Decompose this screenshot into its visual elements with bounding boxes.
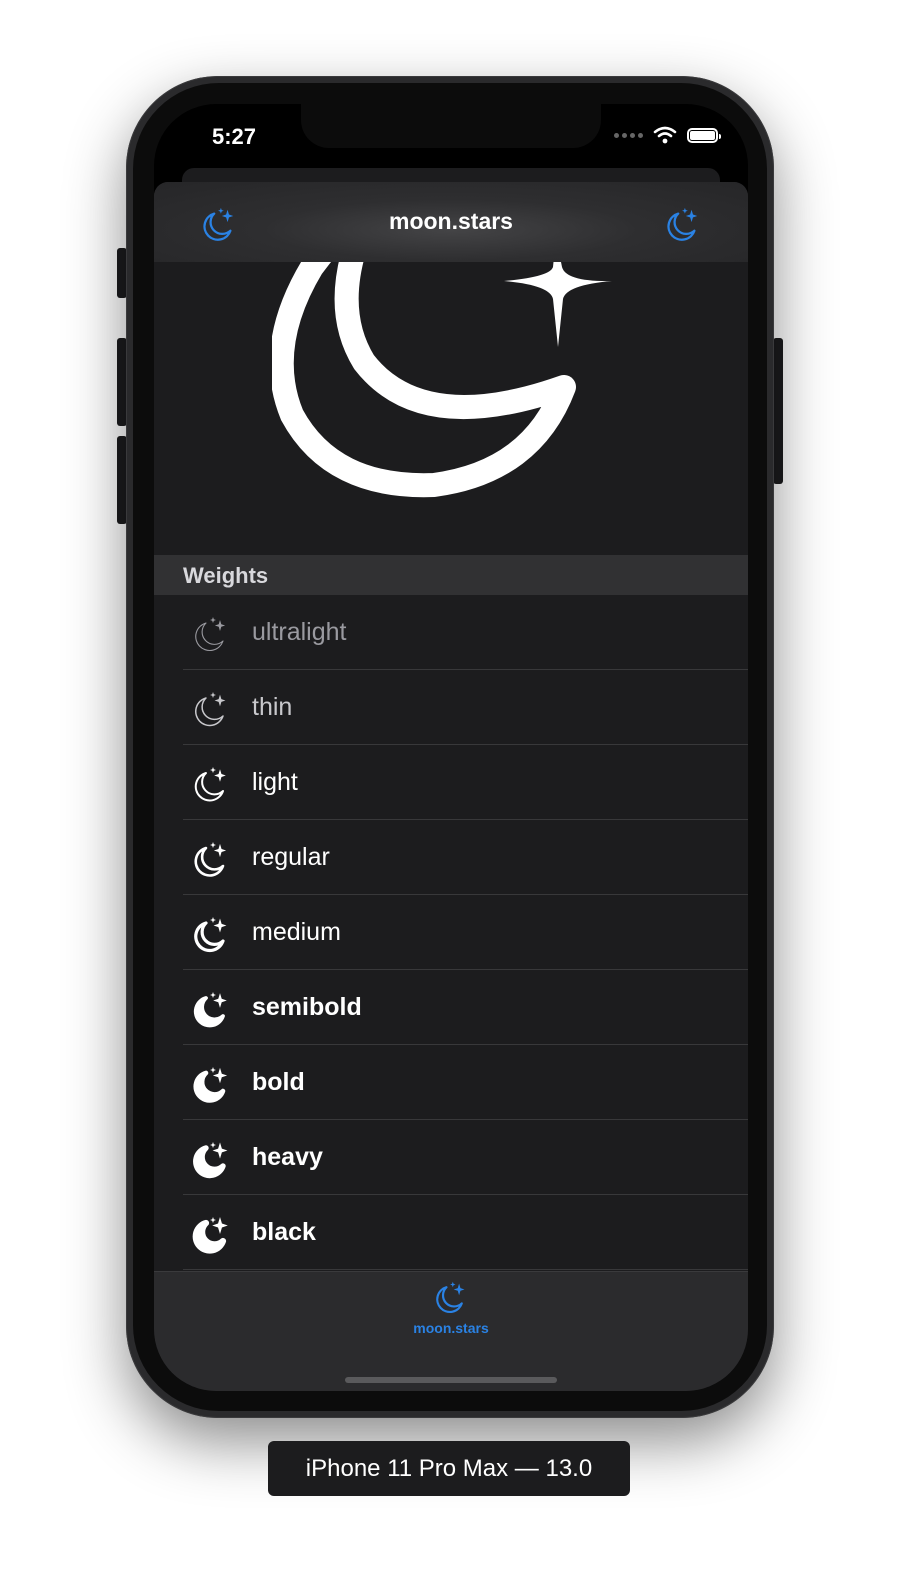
moon-stars-icon — [193, 1067, 228, 1103]
moon-stars-icon — [194, 842, 227, 877]
moon-stars-icon — [272, 237, 612, 498]
home-indicator[interactable] — [345, 1377, 557, 1383]
nav-title: moon.stars — [389, 208, 513, 234]
moon-stars-icon — [192, 1217, 228, 1254]
list-item[interactable]: light — [154, 745, 748, 820]
section-header-weights: Weights — [154, 555, 748, 595]
list-item[interactable]: thin — [154, 670, 748, 745]
navigation-bar: moon.stars — [154, 182, 748, 262]
row-label: thin — [252, 693, 293, 721]
row-label: regular — [252, 843, 330, 871]
weights-list: ultralight thin light regular medium semibold… — [154, 595, 748, 1270]
row-label: light — [252, 768, 298, 796]
tab-moon-stars[interactable]: moon.stars — [401, 1280, 501, 1342]
row-label: bold — [252, 1068, 305, 1096]
notch — [301, 104, 601, 148]
moon-stars-icon — [193, 1142, 228, 1179]
row-label: black — [252, 1218, 316, 1246]
moon-stars-icon — [194, 767, 226, 802]
row-divider — [183, 1269, 748, 1270]
phone-screen: 5:27 moon.stars Weights ultralight thin … — [154, 104, 748, 1391]
moon-stars-icon — [195, 617, 226, 652]
list-item[interactable]: heavy — [154, 1120, 748, 1195]
list-item[interactable]: semibold — [154, 970, 748, 1045]
row-label: ultralight — [252, 618, 347, 646]
moon-stars-icon — [194, 917, 227, 953]
tab-label: moon.stars — [413, 1320, 489, 1336]
cellular-signal-icon — [614, 132, 643, 138]
list-item[interactable]: bold — [154, 1045, 748, 1120]
list-item[interactable]: black — [154, 1195, 748, 1270]
list-item[interactable]: ultralight — [154, 595, 748, 670]
power-button — [773, 338, 783, 484]
moon-stars-icon — [193, 992, 227, 1028]
device-label: iPhone 11 Pro Max — 13.0 — [268, 1441, 630, 1496]
list-item[interactable]: medium — [154, 895, 748, 970]
row-label: semibold — [252, 993, 362, 1021]
modal-sheet: moon.stars Weights ultralight thin light re… — [154, 182, 748, 1391]
battery-icon — [687, 127, 721, 143]
wifi-icon — [653, 126, 677, 144]
moon-stars-icon — [195, 692, 226, 727]
row-label: medium — [252, 918, 341, 946]
list-item[interactable]: regular — [154, 820, 748, 895]
tab-bar: moon.stars — [154, 1271, 748, 1391]
status-time: 5:27 — [212, 124, 257, 149]
moon-stars-icon — [436, 1281, 465, 1313]
row-label: heavy — [252, 1143, 323, 1171]
moon-stars-icon[interactable] — [664, 206, 702, 244]
status-icons — [614, 126, 721, 144]
